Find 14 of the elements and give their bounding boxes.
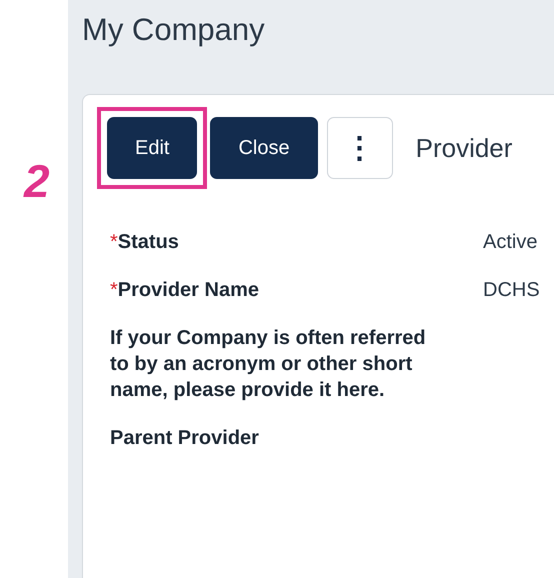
required-mark: * [110,231,118,253]
record-heading: Provider [416,132,512,164]
close-button[interactable]: Close [210,117,318,179]
field-label: Provider Name [118,279,259,301]
more-button[interactable]: ⋮ [326,117,393,179]
field-value: DCHS [483,278,540,303]
page-title: My Company [82,12,266,48]
field-value: Active [483,230,538,255]
field-label: Parent Provider [110,427,259,449]
edit-button[interactable]: Edit [107,117,198,179]
step-number: 2 [24,154,50,208]
required-mark: * [110,279,118,301]
field-label: If your Company is often referred to by an acronym or other short name, please provide it here. [110,327,426,401]
field-label: Status [118,231,179,253]
